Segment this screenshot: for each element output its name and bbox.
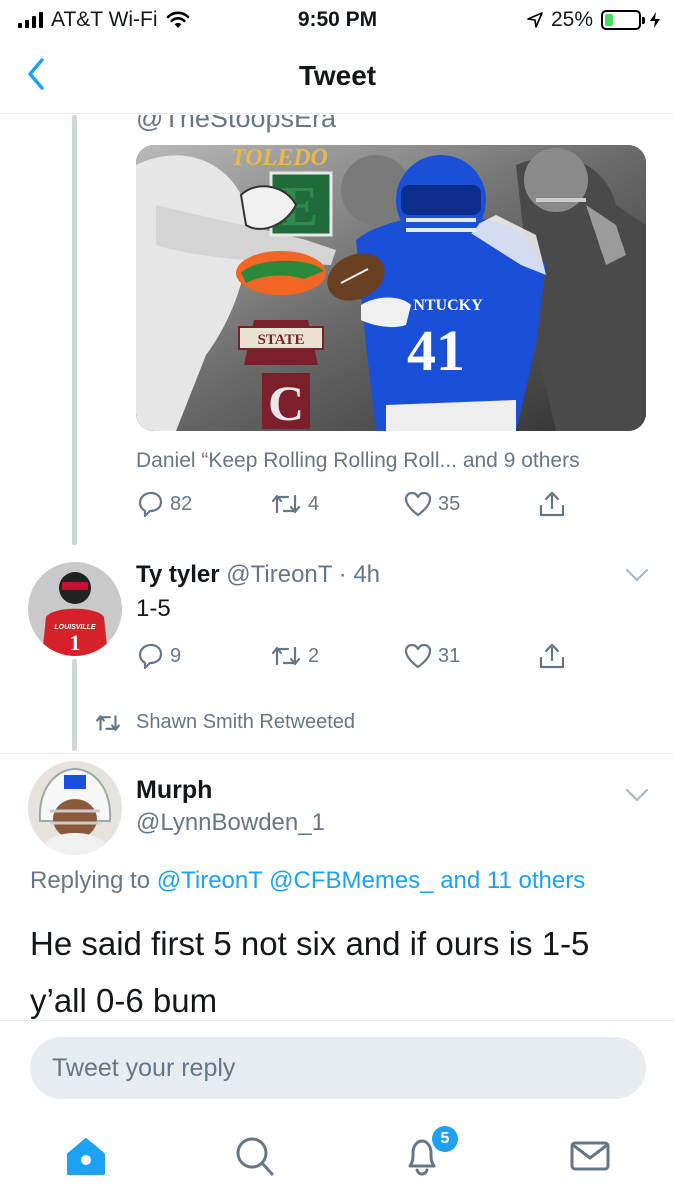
messages-icon[interactable]	[568, 1134, 612, 1178]
share-icon	[539, 491, 565, 517]
user-name[interactable]: Murph	[136, 776, 212, 805]
like-count: 35	[438, 492, 461, 515]
like-count: 31	[438, 644, 461, 667]
logo-text: TOLEDO	[231, 145, 328, 171]
jersey-number: 41	[407, 318, 465, 383]
retweet-context[interactable]: Shawn Smith Retweeted	[94, 711, 355, 734]
football-photo: TOLEDO E STATE C NTUCKY 41	[136, 145, 646, 431]
chevron-down-icon[interactable]	[625, 787, 649, 803]
retweet-icon	[96, 714, 120, 731]
tweet-thread[interactable]: @TheStoopsEra TOLEDO E STATE C NTUCKY 41…	[0, 115, 675, 1020]
retweet-button[interactable]: 2	[270, 642, 404, 670]
replying-to-users[interactable]: @TireonT @CFBMemes_ and 11 others	[157, 867, 585, 894]
tweet-text: He said first 5 not six and if ours is 1…	[30, 925, 590, 1019]
user-name[interactable]: Ty tyler	[136, 561, 220, 588]
retweet-count: 4	[308, 492, 320, 515]
home-icon[interactable]	[64, 1134, 108, 1178]
search-icon[interactable]	[232, 1134, 276, 1178]
tweet-actions: 9 2 31	[136, 642, 586, 670]
reply-count: 82	[170, 492, 193, 515]
tweet-text: 1-5	[136, 595, 171, 622]
logo-text: STATE	[258, 332, 305, 348]
avatar[interactable]: LOUISVILLE 1	[28, 562, 122, 656]
reply-icon	[138, 643, 163, 670]
charging-bolt-icon	[650, 12, 660, 28]
tweet-media-image[interactable]: TOLEDO E STATE C NTUCKY 41	[136, 145, 646, 431]
reply-bar	[0, 1020, 675, 1114]
share-icon	[539, 643, 565, 669]
heart-icon	[404, 491, 432, 517]
retweet-count: 2	[308, 644, 320, 667]
page-title: Tweet	[298, 60, 377, 91]
thread-line	[72, 659, 77, 751]
replying-to-line: Replying to @TireonT @CFBMemes_ and 11 o…	[30, 867, 585, 895]
tweet-time: · 4h	[338, 561, 381, 588]
svg-text:1: 1	[70, 630, 81, 655]
nav-bar: Tweet	[0, 40, 675, 114]
reply-count: 9	[170, 644, 182, 667]
jersey-text: NTUCKY	[413, 297, 483, 314]
tab-bar	[0, 1114, 675, 1200]
chevron-down-icon[interactable]	[625, 567, 649, 583]
reply-input[interactable]	[30, 1037, 646, 1099]
share-button[interactable]	[538, 490, 566, 518]
reply-button[interactable]: 82	[136, 490, 270, 518]
battery-icon	[601, 10, 645, 30]
status-right: 25%	[527, 8, 661, 32]
battery-percent: 25%	[550, 8, 593, 31]
reply-button[interactable]: 9	[136, 642, 270, 670]
status-bar: AT&T Wi-Fi 9:50 PM 25%	[0, 0, 675, 40]
retweet-icon	[271, 494, 301, 514]
heart-icon	[404, 643, 432, 669]
notification-badge: 5	[432, 1126, 458, 1152]
tweet-actions: 82 4 35	[136, 490, 586, 518]
tweet-header: Ty tyler @TireonT · 4h	[136, 561, 380, 589]
like-button[interactable]: 35	[404, 490, 538, 518]
battery-level	[605, 14, 613, 26]
avatar[interactable]	[28, 761, 122, 855]
divider	[0, 753, 675, 754]
retweet-icon	[271, 646, 301, 666]
retweet-context-text: Shawn Smith Retweeted	[136, 711, 356, 733]
location-arrow-icon	[527, 12, 543, 28]
user-handle[interactable]: @LynnBowden_1	[136, 809, 325, 837]
like-button[interactable]: 31	[404, 642, 538, 670]
cut-off-handle[interactable]: @TheStoopsEra	[136, 115, 336, 134]
share-button[interactable]	[538, 642, 566, 670]
liked-by-text[interactable]: Daniel “Keep Rolling Rolling Roll... and…	[136, 449, 580, 473]
svg-text:C: C	[268, 375, 304, 431]
reply-icon	[138, 491, 163, 518]
replying-to-prefix: Replying to	[30, 867, 151, 894]
thread-line	[72, 115, 77, 545]
retweet-button[interactable]: 4	[270, 490, 404, 518]
user-handle[interactable]: @TireonT	[226, 561, 332, 588]
